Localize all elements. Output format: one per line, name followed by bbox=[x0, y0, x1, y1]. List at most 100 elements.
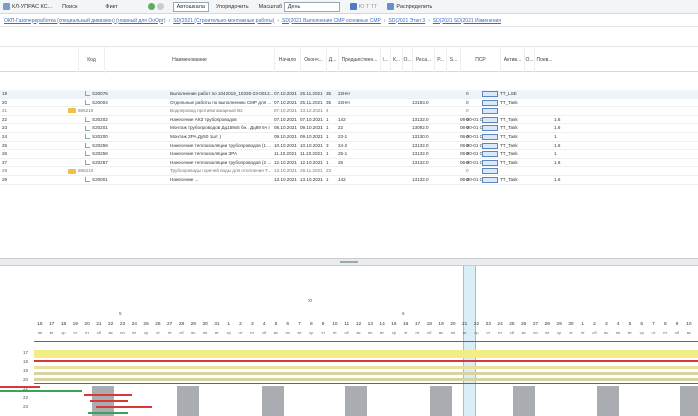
table-cell: 10.10.2021 bbox=[274, 142, 300, 150]
summary-bar[interactable] bbox=[34, 366, 698, 369]
table-cell: 26 bbox=[338, 159, 380, 167]
table-row[interactable]: 26 S20258 Нанесение теплоизоляции ЗРА 11.10… bbox=[0, 150, 698, 159]
day-label: 13 bbox=[367, 322, 373, 327]
row-checkbox[interactable] bbox=[482, 151, 498, 158]
column-header[interactable]: Р... bbox=[434, 47, 446, 73]
cell-text: Нанесение ... bbox=[170, 176, 199, 182]
summary-bar[interactable] bbox=[34, 350, 698, 358]
column-header[interactable]: Поев... bbox=[534, 47, 554, 73]
breadcrumb-item[interactable]: SD(2021 Выполнение СМР основных СМР bbox=[282, 18, 381, 24]
table-cell: 1 bbox=[554, 133, 568, 141]
table-row[interactable]: 20 S20004 Отдельные работы по выполнению С… bbox=[0, 99, 698, 108]
task-bar[interactable] bbox=[96, 406, 152, 408]
table-row[interactable]: 27 S20257 Нанесение теплоизоляции трубопро… bbox=[0, 159, 698, 168]
pane-splitter[interactable] bbox=[0, 258, 698, 266]
weekday-label: вс bbox=[356, 330, 361, 335]
weekday-label: вт bbox=[132, 330, 137, 335]
cell-text: 23 bbox=[326, 168, 332, 174]
row-checkbox[interactable] bbox=[482, 91, 498, 97]
gantt-chart: XI 5 6 16 пн 17 вт 18 ср 19 чт 20 пт 21 сб 22 вс 23 пн 2… bbox=[0, 266, 698, 416]
cell-text: 1 bbox=[326, 176, 329, 182]
row-checkbox[interactable] bbox=[482, 116, 498, 123]
summary-bar[interactable] bbox=[34, 378, 698, 381]
table-cell: 3 bbox=[326, 142, 338, 150]
row-checkbox[interactable] bbox=[482, 159, 498, 166]
sort-dropdown[interactable]: Упорядочить bbox=[213, 2, 252, 12]
row-checkbox[interactable] bbox=[482, 125, 498, 132]
weekday-label: чт bbox=[403, 330, 408, 335]
table-row[interactable]: 23 S20201 Монтаж трубопроводов Дц159х5 бн.… bbox=[0, 124, 698, 133]
day-label: 25 bbox=[143, 322, 149, 327]
table-cell: 1 bbox=[554, 150, 568, 158]
task-bar[interactable] bbox=[88, 412, 128, 414]
breadcrumb-item[interactable]: ОКП-Газопереработка (специальный дивизио… bbox=[4, 18, 166, 24]
column-header[interactable]: Наименование bbox=[104, 47, 274, 73]
row-checkbox[interactable] bbox=[482, 176, 498, 183]
reports-dropdown[interactable]: Распределить bbox=[384, 2, 435, 12]
column-header[interactable]: \... bbox=[380, 47, 390, 73]
column-header[interactable]: Реса... bbox=[412, 47, 434, 73]
scale-select[interactable]: День bbox=[283, 1, 340, 12]
table-row[interactable]: 21 885210 Водопровод противопожарный В2 07.… bbox=[0, 107, 698, 116]
view-dropdown[interactable]: Поиск bbox=[59, 2, 80, 12]
column-header[interactable]: Начало bbox=[274, 47, 300, 73]
table-row[interactable]: 19 S20076 Выполнение работ по 1042019_1033… bbox=[0, 90, 698, 99]
summary-bar[interactable] bbox=[34, 383, 698, 384]
row-checkbox[interactable] bbox=[482, 99, 498, 106]
nav-arrows[interactable] bbox=[145, 2, 169, 12]
weekday-label: пт bbox=[663, 330, 668, 335]
cell-text: 885210 bbox=[78, 168, 94, 174]
table-row[interactable]: 25 S20259 Нанесение теплоизоляции трубопро… bbox=[0, 142, 698, 151]
summary-bar[interactable] bbox=[34, 372, 698, 375]
task-code: S20004 bbox=[85, 99, 130, 107]
cell-text: TT_Task bbox=[500, 116, 518, 122]
splitter-grip[interactable] bbox=[340, 261, 358, 263]
table-row[interactable]: 24 S20200 Монтаж ЗРА Ду50 1шт ) 09.10.2021 0… bbox=[0, 133, 698, 142]
project-dropdown[interactable]: КЛ-УПРАС КС... bbox=[0, 2, 55, 12]
row-checkbox[interactable] bbox=[482, 142, 498, 149]
row-checkbox[interactable] bbox=[482, 133, 498, 140]
table-row[interactable]: 22 S20202 Нанесение АКЗ трубопроводов 07.10… bbox=[0, 116, 698, 125]
folder-icon bbox=[68, 168, 76, 174]
breadcrumb-item[interactable]: SD(2021 SD(2021 Изменения bbox=[433, 18, 501, 24]
summary-bar[interactable] bbox=[34, 360, 698, 362]
cell-text: 09.10.2021 bbox=[274, 133, 297, 139]
table-cell: 13.12.2021 bbox=[300, 107, 326, 115]
column-header[interactable]: К... bbox=[390, 47, 402, 73]
column-header[interactable]: Оконч... bbox=[300, 47, 326, 73]
row-checkbox[interactable] bbox=[482, 108, 498, 115]
column-header[interactable]: О... bbox=[402, 47, 412, 73]
summary-bar[interactable] bbox=[34, 341, 698, 342]
column-header[interactable]: ПСР bbox=[460, 47, 500, 73]
column-header[interactable]: Предшествен... bbox=[338, 47, 380, 73]
table-row[interactable]: 29 S20001 Нанесение ... 13.10.2021 13.10.202… bbox=[0, 176, 698, 185]
task-bar[interactable] bbox=[0, 390, 82, 392]
column-header[interactable]: Д... bbox=[326, 47, 338, 73]
column-header[interactable]: О... bbox=[524, 47, 534, 73]
cell-text: 13092.0 bbox=[412, 125, 429, 131]
folder-icon bbox=[68, 108, 76, 114]
day-label: 4 bbox=[616, 322, 620, 327]
cell-text: 13.12.2021 bbox=[300, 108, 323, 114]
table-row[interactable]: 28 885210 Трубопроводы горячей воды для от… bbox=[0, 167, 698, 176]
lane-number: 22 bbox=[23, 395, 29, 400]
cell-text: 13.10.2021 bbox=[274, 168, 297, 174]
breadcrumb-item[interactable]: SD(2021 (Строительно-монтажные работы) bbox=[173, 18, 274, 24]
task-bar[interactable] bbox=[90, 400, 128, 402]
task-bar[interactable] bbox=[0, 386, 40, 388]
cell-text: TT_Task bbox=[500, 142, 518, 148]
task-bar[interactable] bbox=[84, 394, 132, 396]
cell-text: Нанесение АКЗ трубопроводов bbox=[170, 116, 237, 122]
column-header[interactable]: S... bbox=[446, 47, 460, 73]
day-label: 21 bbox=[462, 322, 468, 327]
cell-text: 28 bbox=[2, 168, 8, 174]
column-header[interactable]: Актив... bbox=[500, 47, 524, 73]
zoom-controls[interactable]: Ю Т ТТ bbox=[347, 2, 381, 12]
breadcrumb-item[interactable]: SD(2021 Этап 3 bbox=[389, 18, 426, 24]
column-header[interactable]: Код bbox=[78, 47, 104, 73]
row-checkbox[interactable] bbox=[482, 168, 498, 175]
autoscale-button[interactable]: Автошкала bbox=[172, 1, 209, 12]
task-code: 885210 bbox=[68, 167, 113, 175]
filter-dropdown[interactable]: Фикт bbox=[102, 2, 120, 12]
scale-control[interactable]: Масштаб День bbox=[256, 1, 343, 12]
